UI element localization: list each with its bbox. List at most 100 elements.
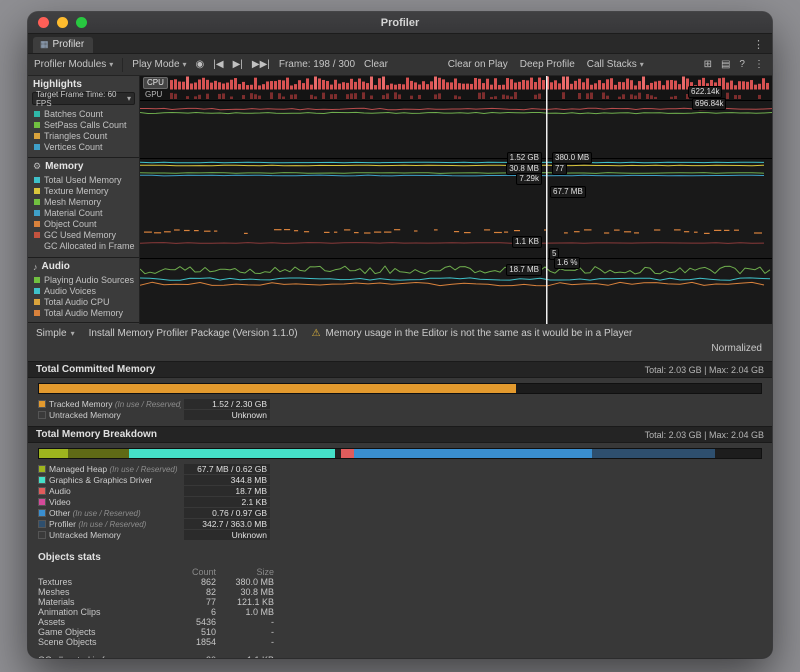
chevron-down-icon: ▾: [183, 60, 187, 69]
clear-button[interactable]: Clear: [364, 59, 388, 70]
series-color-swatch: [34, 144, 40, 150]
legend-value: 1.52 / 2.30 GB: [184, 399, 270, 409]
record-icon[interactable]: ◉: [196, 59, 205, 70]
counter-batches-count[interactable]: Batches Count: [28, 108, 139, 119]
list-view-icon[interactable]: ▤: [721, 59, 730, 70]
counter-object-count[interactable]: Object Count: [28, 218, 139, 229]
title-bar: Profiler: [28, 12, 772, 34]
stat-label: Animation Clips: [38, 607, 170, 617]
counter-total-audio-cpu[interactable]: Total Audio CPU: [28, 296, 139, 307]
counter-label: Total Audio CPU: [44, 297, 110, 307]
legend-row-video: Video 2.1 KB: [38, 496, 762, 507]
stats-row-animation-clips: Animation Clips 6 1.0 MB: [38, 607, 762, 617]
segment-graphics: [129, 449, 335, 458]
profiler-modules-label: Profiler Modules: [34, 59, 106, 70]
chart-value-badge: 7.29k: [516, 173, 542, 185]
module-header-memory[interactable]: ⚙ Memory: [28, 158, 139, 174]
counter-vertices-count[interactable]: Vertices Count: [28, 141, 139, 152]
counter-total-audio-memory[interactable]: Total Audio Memory: [28, 307, 139, 318]
module-section-audio: ♪ Audio Playing Audio Sources Audio Voic…: [28, 258, 139, 323]
previous-frame-icon[interactable]: |◀: [213, 59, 223, 70]
more-menu-icon[interactable]: ⋮: [754, 59, 764, 70]
counter-material-count[interactable]: Material Count: [28, 207, 139, 218]
module-title: Memory: [45, 161, 83, 172]
committed-fill-segment: [39, 384, 516, 393]
call-stacks-dropdown[interactable]: Call Stacks ▾: [587, 59, 644, 70]
series-color-swatch: [34, 277, 40, 283]
counter-texture-memory[interactable]: Texture Memory: [28, 185, 139, 196]
install-memory-profiler-link[interactable]: Install Memory Profiler Package (Version…: [89, 328, 298, 339]
counter-playing-audio-sources[interactable]: Playing Audio Sources: [28, 274, 139, 285]
profiler-modules-dropdown[interactable]: Profiler Modules ▾: [34, 59, 113, 70]
legend-swatch: [38, 411, 46, 419]
stat-label: GC allocated in frame: [38, 655, 170, 658]
counter-gc-used-memory[interactable]: GC Used Memory: [28, 229, 139, 240]
memory-breakdown-totals: Total: 2.03 GB | Max: 2.04 GB: [645, 430, 764, 440]
profiler-chart-canvas[interactable]: [140, 76, 772, 324]
counter-setpass-calls-count[interactable]: SetPass Calls Count: [28, 119, 139, 130]
play-mode-dropdown[interactable]: Play Mode ▾: [132, 59, 186, 70]
memory-details-panel: Simple ▾ Install Memory Profiler Package…: [28, 324, 772, 658]
next-frame-icon[interactable]: ▶|: [233, 59, 243, 70]
counter-mesh-memory[interactable]: Mesh Memory: [28, 196, 139, 207]
profiler-charts[interactable]: CPU GPU 622.14k 696.84k 1.52 GB 380.0 MB…: [140, 76, 772, 324]
chevron-down-icon: ▾: [640, 60, 644, 69]
series-color-swatch: [34, 310, 40, 316]
stat-label: Assets: [38, 617, 170, 627]
help-icon[interactable]: ?: [739, 59, 745, 70]
modules-sidebar: Highlights Target Frame Time: 60 FPS ▾ B…: [28, 76, 140, 324]
counter-label: GC Used Memory: [44, 230, 116, 240]
counter-audio-voices[interactable]: Audio Voices: [28, 285, 139, 296]
layout-icon[interactable]: ⊞: [704, 59, 712, 70]
chevron-down-icon: ▾: [127, 94, 131, 103]
clear-on-play-toggle[interactable]: Clear on Play: [448, 59, 508, 70]
counter-label: Total Used Memory: [44, 175, 122, 185]
stat-count: 82: [170, 587, 216, 597]
legend-value: 2.1 KB: [184, 497, 270, 507]
gpu-timeline-toggle[interactable]: GPU: [145, 90, 162, 100]
chevron-down-icon: ▾: [109, 60, 113, 69]
target-frame-time-dropdown[interactable]: Target Frame Time: 60 FPS ▾: [32, 92, 135, 105]
series-color-swatch: [34, 111, 40, 117]
counter-total-used-memory[interactable]: Total Used Memory: [28, 174, 139, 185]
stat-count: 6: [170, 607, 216, 617]
chart-tab-icon: ▦: [40, 39, 49, 50]
tab-label: Profiler: [53, 39, 85, 50]
series-color-swatch: [34, 299, 40, 305]
stats-row-game-objects: Game Objects 510 -: [38, 627, 762, 637]
objects-stats: Objects stats Count Size Textures 862 38…: [28, 552, 772, 658]
legend-row-profiler: Profiler (In use / Reserved) 342.7 / 363…: [38, 518, 762, 529]
current-frame-icon[interactable]: ▶▶|: [252, 59, 270, 70]
stat-label: Scene Objects: [38, 637, 170, 647]
stat-size: 380.0 MB: [216, 577, 274, 587]
deep-profile-toggle[interactable]: Deep Profile: [520, 59, 575, 70]
stat-label: Meshes: [38, 587, 170, 597]
counter-label: Texture Memory: [44, 186, 109, 196]
target-frame-time-label: Target Frame Time: 60 FPS: [36, 90, 127, 108]
memory-module-icon: ⚙: [33, 161, 41, 172]
legend-row-managed-heap: Managed Heap (In use / Reserved) 67.7 MB…: [38, 463, 762, 474]
memory-view-dropdown[interactable]: Simple ▾: [36, 328, 75, 339]
tab-menu-icon[interactable]: ⋮: [753, 38, 772, 53]
series-color-swatch: [34, 221, 40, 227]
size-column-header: Size: [216, 567, 274, 577]
counter-triangles-count[interactable]: Triangles Count: [28, 130, 139, 141]
legend-label: Audio: [49, 486, 71, 496]
module-section-highlights: Highlights Target Frame Time: 60 FPS ▾ B…: [28, 76, 139, 158]
normalized-toggle[interactable]: Normalized: [711, 343, 762, 354]
segment-untracked: [715, 449, 761, 458]
legend-value: 344.8 MB: [184, 475, 270, 485]
counter-label: Triangles Count: [44, 131, 107, 141]
stat-count: 77: [170, 597, 216, 607]
tab-profiler[interactable]: ▦ Profiler: [33, 37, 93, 53]
stat-count: 1854: [170, 637, 216, 647]
module-header-audio[interactable]: ♪ Audio: [28, 258, 139, 274]
segment-managed-heap-reserved: [68, 449, 129, 458]
objects-stats-title: Objects stats: [38, 552, 762, 563]
cpu-timeline-toggle[interactable]: CPU: [143, 77, 168, 89]
stat-label: Game Objects: [38, 627, 170, 637]
legend-value: Unknown: [184, 530, 270, 540]
legend-swatch: [38, 520, 46, 528]
window-title: Profiler: [28, 17, 772, 29]
counter-gc-allocated-in-frame[interactable]: GC Allocated in Frame: [28, 240, 139, 251]
